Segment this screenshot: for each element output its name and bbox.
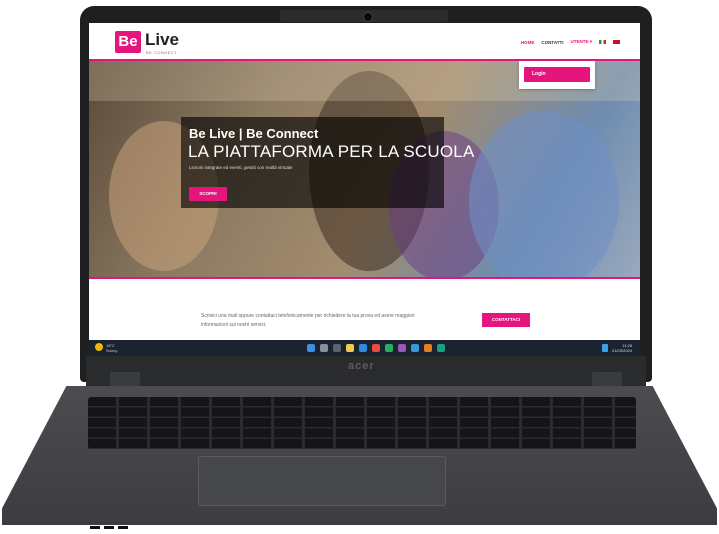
site-header: Be Live BE CONNECT HOME CONTATTI UTENTE … [89, 23, 640, 59]
discover-button[interactable]: SCOPRI [189, 187, 227, 201]
logo-mark[interactable]: Be [115, 31, 141, 53]
search-icon[interactable] [320, 344, 328, 352]
logo-tagline: BE CONNECT [146, 50, 178, 55]
taskbar-apps [307, 344, 445, 352]
nav-user-menu[interactable]: UTENTE ▾ [570, 39, 592, 45]
hero-subtitle: Be Live | Be Connect [189, 126, 319, 141]
keyboard-rows [88, 397, 636, 449]
app-icon[interactable] [398, 344, 406, 352]
windows-start-icon[interactable] [307, 344, 315, 352]
contact-text: Scrivici una mail oppure contattaci tele… [201, 313, 415, 328]
touchpad [198, 456, 446, 506]
hero-divider [89, 277, 640, 279]
contact-us-button[interactable]: CONTATTACI [482, 313, 530, 327]
taskbar: 18°C Sunny 11:28 21/03/2024 [89, 340, 640, 356]
task-view-icon[interactable] [333, 344, 341, 352]
hero-banner: Be Live | Be Connect LA PIATTAFORMA PER … [89, 61, 640, 277]
weather-desc: Sunny [106, 348, 118, 353]
app-icon[interactable] [437, 344, 445, 352]
laptop-screen: Be Live BE CONNECT HOME CONTATTI UTENTE … [89, 23, 640, 356]
file-explorer-icon[interactable] [346, 344, 354, 352]
login-button[interactable]: Login [524, 67, 590, 82]
app-icon[interactable] [385, 344, 393, 352]
main-nav: HOME CONTATTI UTENTE ▾ [521, 39, 620, 45]
hero-description: Lezioni integrate ed eventi, gestiti con… [189, 165, 293, 170]
clock-date: 21/03/2024 [611, 348, 632, 353]
weather-widget[interactable]: 18°C Sunny [106, 343, 117, 353]
italian-flag-icon[interactable] [599, 40, 606, 44]
tray-icon[interactable] [602, 344, 608, 352]
app-icon[interactable] [372, 344, 380, 352]
nav-home[interactable]: HOME [521, 40, 535, 45]
sun-icon[interactable] [95, 343, 103, 351]
brand-logo: acer [348, 360, 375, 372]
system-clock[interactable]: 11:28 21/03/2024 [612, 343, 632, 353]
hero-title: LA PIATTAFORMA PER LA SCUOLA [188, 142, 475, 161]
hinge-right [592, 372, 622, 386]
app-icon[interactable] [424, 344, 432, 352]
logo-word[interactable]: Live [145, 30, 179, 50]
side-ports [90, 516, 150, 529]
hero-photo-person [469, 111, 619, 277]
nav-contacts[interactable]: CONTATTI [541, 40, 563, 45]
english-flag-icon[interactable] [613, 40, 620, 44]
app-icon[interactable] [411, 344, 419, 352]
edge-browser-icon[interactable] [359, 344, 367, 352]
hinge-left [110, 372, 140, 386]
webcam-icon [363, 12, 373, 22]
user-dropdown-menu: Login [519, 61, 595, 89]
